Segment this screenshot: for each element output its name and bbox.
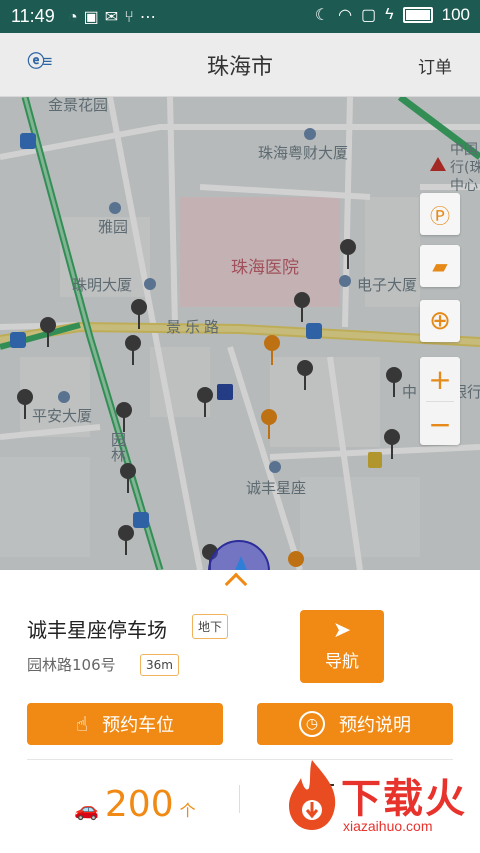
map-label-hospital: 珠海医院: [231, 258, 299, 278]
clock-icon: ◷: [299, 711, 325, 737]
map-label-road: 园林: [109, 432, 127, 462]
map-canvas: [0, 97, 480, 570]
distance-tag: 36m: [140, 654, 179, 676]
navigate-button[interactable]: ➤ 导航: [300, 610, 384, 683]
spaces-unit: 个: [179, 801, 196, 820]
parking-detail-panel: 诚丰星座停车场 地下 园林路106号 36m ➤ 导航 ☝ 预约车位 ◷ 预约说…: [0, 570, 480, 853]
share-icon: ⑂: [124, 9, 140, 26]
watermark-title: 下载火: [341, 776, 467, 822]
battery-icon: [402, 7, 433, 23]
parking-type-tag: 地下: [192, 614, 229, 639]
send-arrow-icon: ➤: [332, 618, 352, 643]
parking-name: 诚丰星座停车场: [27, 618, 167, 642]
zoom-controls: + −: [420, 357, 460, 445]
map-label: 诚丰星座: [246, 479, 307, 497]
parking-icon[interactable]: Ⓟ: [420, 193, 460, 235]
charging-icon: ϟ: [385, 6, 394, 23]
zoom-out-button[interactable]: −: [420, 402, 460, 446]
map-label: 平安大厦: [32, 407, 93, 425]
weather-icon: ◔: [68, 9, 84, 26]
reserve-info-label: 预约说明: [339, 715, 411, 736]
map-label: 雅园: [98, 218, 129, 236]
hospital-block: [180, 197, 340, 307]
image-icon: ▣: [83, 9, 105, 26]
moon-icon: ☾: [314, 7, 330, 24]
wifi-icon: ◠: [338, 7, 353, 24]
spaces-count: 🚗 200 个: [74, 784, 196, 825]
parking-address: 园林路106号: [27, 656, 116, 674]
chevron-up-icon[interactable]: [224, 572, 248, 596]
reserve-space-button[interactable]: ☝ 预约车位: [27, 703, 223, 745]
hand-pointer-icon: ☝: [75, 712, 89, 736]
watermark-url: xiazaihuo.com: [343, 818, 433, 834]
navigate-label: 导航: [325, 652, 359, 672]
map-label: 中国: [450, 142, 478, 158]
locate-icon[interactable]: ⊕: [420, 300, 460, 342]
zoom-in-button[interactable]: +: [420, 357, 460, 401]
city-title[interactable]: 珠海市: [0, 49, 480, 81]
flame-logo-icon: [289, 760, 336, 830]
map-label: 中心: [450, 178, 478, 194]
map-label: 电子大厦: [357, 276, 418, 294]
more-icon: ⋯: [139, 9, 162, 26]
map-label: 珠海粤财大厦: [258, 144, 349, 162]
orders-link[interactable]: 订单: [418, 53, 452, 78]
map-label: 中: [402, 383, 418, 401]
map-label: 金景花园: [48, 97, 109, 114]
system-icons: ☾ ◠ ▢ ϟ 100: [315, 5, 470, 25]
mail-icon: ✉: [104, 9, 125, 26]
status-time: 11:49: [11, 6, 55, 26]
map-view[interactable]: 金景花园 珠海粤财大厦 中国 行(珠 中心 雅园 珠海医院 珠明大厦 电子大厦 …: [0, 97, 480, 570]
vertical-divider: [239, 785, 240, 813]
car-icon: 🚗: [74, 797, 99, 821]
battery-level: 100: [441, 5, 470, 24]
status-bar: 11:49 ◔▣✉⑂⋯ ☾ ◠ ▢ ϟ 100: [0, 0, 480, 33]
map-label-road: 景乐路: [166, 318, 224, 336]
screen-icon: ▢: [361, 7, 377, 24]
notification-icons: ◔▣✉⑂⋯: [68, 7, 162, 27]
watermark: 下载火 xiazaihuo.com: [285, 758, 475, 848]
road-icon[interactable]: ▰: [420, 245, 460, 287]
map-label: 珠明大厦: [72, 276, 133, 294]
reserve-space-label: 预约车位: [102, 715, 175, 736]
reserve-info-button[interactable]: ◷ 预约说明: [257, 703, 453, 745]
navigation-arrow-icon: [230, 556, 252, 570]
spaces-number: 200: [104, 784, 174, 825]
app-header: ⓔ≡ 珠海市 订单: [0, 33, 480, 97]
map-label: 行(珠: [450, 160, 480, 176]
